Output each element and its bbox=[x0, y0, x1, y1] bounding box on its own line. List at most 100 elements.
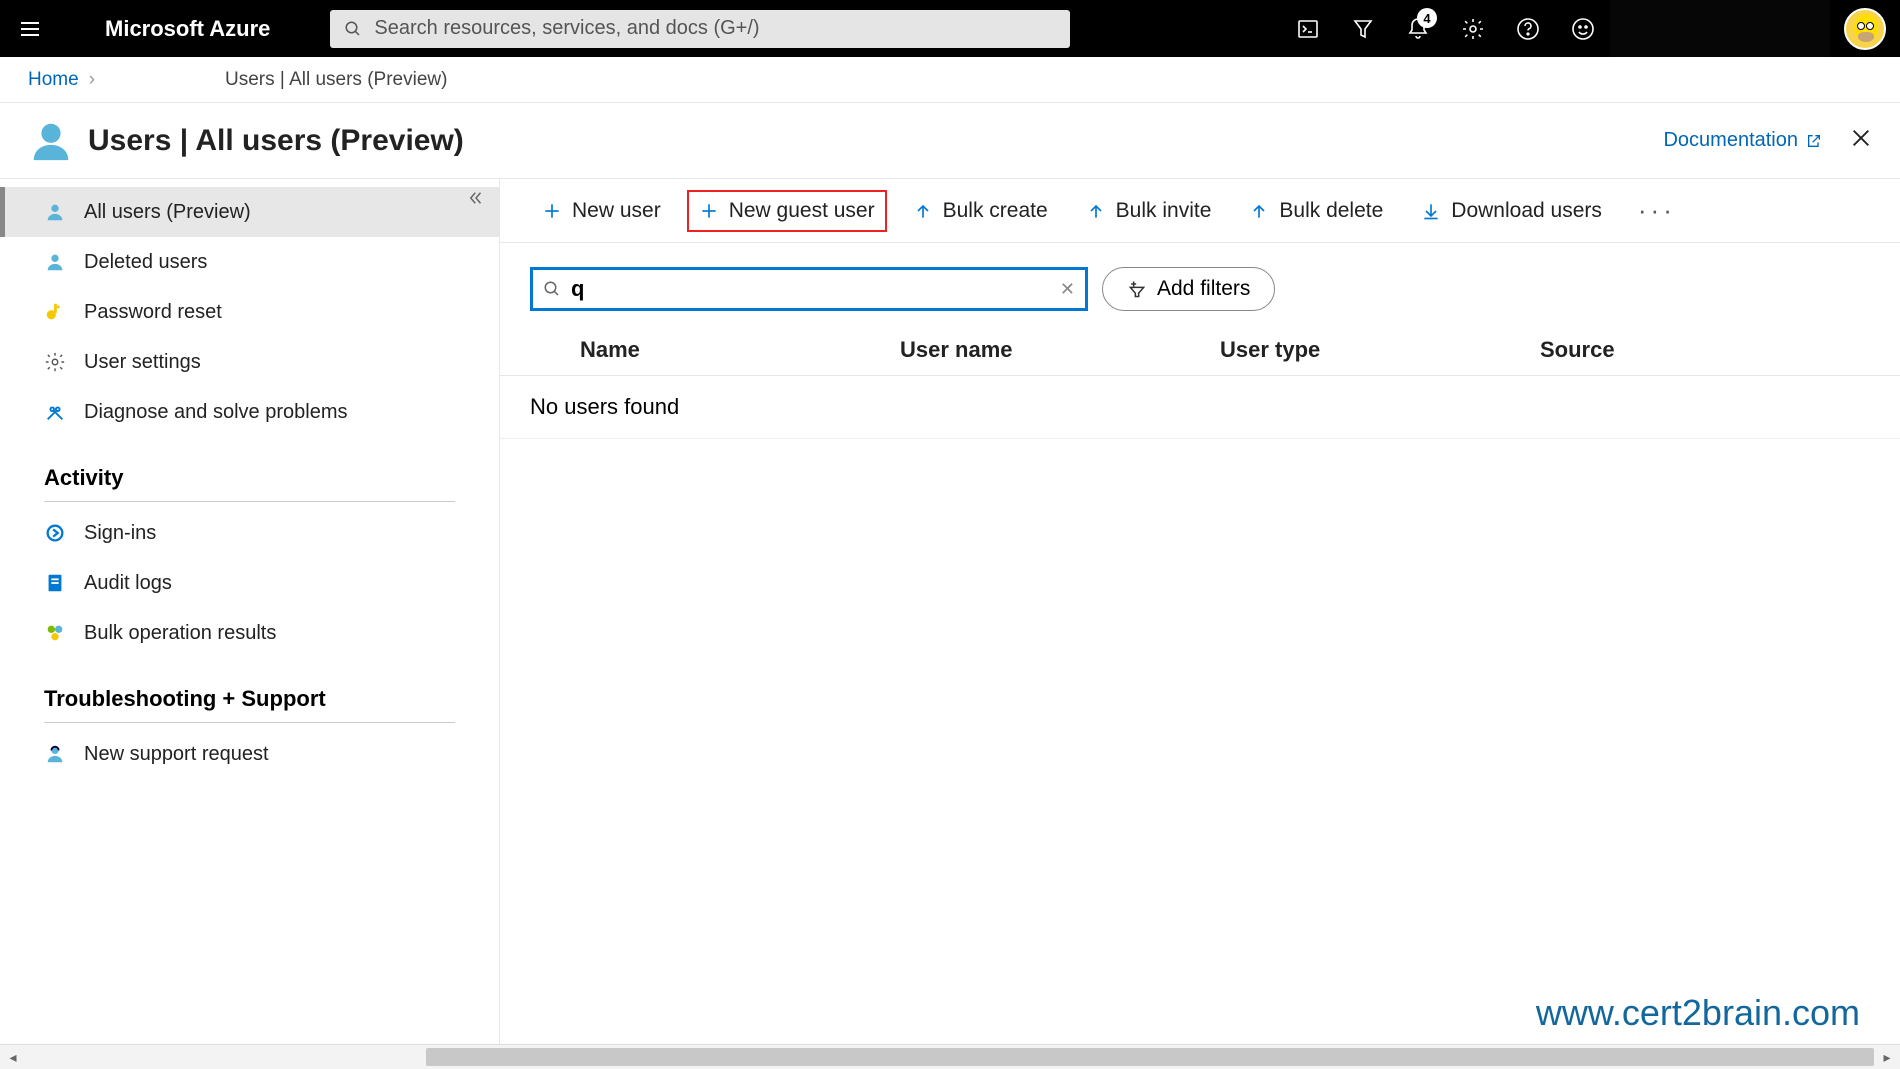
bulk-icon bbox=[44, 622, 66, 644]
plus-icon bbox=[542, 201, 562, 221]
upload-icon bbox=[913, 201, 933, 221]
directory-filter-button[interactable] bbox=[1335, 0, 1390, 57]
sidebar-item-label: Bulk operation results bbox=[84, 622, 276, 645]
collapse-sidebar-button[interactable] bbox=[467, 189, 485, 212]
person-icon bbox=[44, 251, 66, 273]
scroll-left-button[interactable]: ◂ bbox=[0, 1049, 26, 1066]
filter-icon bbox=[1127, 279, 1147, 299]
notification-badge: 4 bbox=[1417, 8, 1437, 28]
more-commands-button[interactable]: ··· bbox=[1628, 195, 1686, 226]
button-label: Download users bbox=[1451, 199, 1602, 223]
sidebar-item-label: Audit logs bbox=[84, 572, 172, 595]
sidebar-item-label: User settings bbox=[84, 351, 201, 374]
download-users-button[interactable]: Download users bbox=[1409, 190, 1614, 232]
sidebar-item-deleted-users[interactable]: Deleted users bbox=[0, 237, 499, 287]
horizontal-scrollbar[interactable]: ◂ ▸ bbox=[0, 1044, 1900, 1069]
log-icon bbox=[44, 572, 66, 594]
page-title: Users | All users (Preview) bbox=[88, 124, 464, 158]
bulk-invite-button[interactable]: Bulk invite bbox=[1074, 190, 1224, 232]
plus-icon bbox=[699, 201, 719, 221]
column-source[interactable]: Source bbox=[1540, 337, 1870, 363]
chevron-right-icon: › bbox=[89, 69, 95, 91]
sidebar-item-signins[interactable]: Sign-ins bbox=[0, 508, 499, 558]
gear-icon bbox=[44, 351, 66, 373]
signin-icon bbox=[44, 522, 66, 544]
global-search[interactable] bbox=[330, 10, 1070, 48]
column-name[interactable]: Name bbox=[580, 337, 900, 363]
scroll-right-button[interactable]: ▸ bbox=[1874, 1049, 1900, 1066]
cloud-shell-button[interactable] bbox=[1280, 0, 1335, 57]
external-link-icon bbox=[1806, 133, 1822, 149]
search-icon bbox=[543, 280, 561, 298]
global-search-input[interactable] bbox=[362, 17, 1056, 40]
button-label: Bulk delete bbox=[1279, 199, 1383, 223]
user-search-input[interactable] bbox=[571, 276, 1050, 302]
sidebar-item-label: New support request bbox=[84, 743, 269, 766]
bulk-delete-button[interactable]: Bulk delete bbox=[1237, 190, 1395, 232]
column-username[interactable]: User name bbox=[900, 337, 1220, 363]
scroll-thumb[interactable] bbox=[426, 1048, 1874, 1066]
close-icon bbox=[1850, 127, 1872, 149]
documentation-label: Documentation bbox=[1663, 129, 1798, 152]
upload-icon bbox=[1249, 201, 1269, 221]
person-icon bbox=[44, 201, 66, 223]
breadcrumb-home[interactable]: Home bbox=[28, 69, 79, 91]
sidebar-item-diagnose[interactable]: Diagnose and solve problems bbox=[0, 387, 499, 437]
main-content: New user New guest user Bulk create Bulk… bbox=[500, 179, 1900, 1044]
sidebar-item-audit-logs[interactable]: Audit logs bbox=[0, 558, 499, 608]
brand-label[interactable]: Microsoft Azure bbox=[105, 16, 270, 42]
sidebar-item-user-settings[interactable]: User settings bbox=[0, 337, 499, 387]
filter-icon bbox=[1351, 17, 1375, 41]
gear-icon bbox=[1461, 17, 1485, 41]
sidebar-section-support: Troubleshooting + Support bbox=[44, 658, 455, 723]
avatar-icon bbox=[1846, 10, 1884, 48]
table-header: Name User name User type Source bbox=[500, 321, 1900, 376]
smile-icon bbox=[1571, 17, 1595, 41]
cloud-shell-icon bbox=[1296, 17, 1320, 41]
new-user-button[interactable]: New user bbox=[530, 190, 673, 232]
users-icon bbox=[28, 118, 74, 164]
sidebar-item-label: Sign-ins bbox=[84, 522, 156, 545]
button-label: Bulk create bbox=[943, 199, 1048, 223]
sidebar-item-support-request[interactable]: New support request bbox=[0, 729, 499, 779]
user-search-box[interactable]: ✕ bbox=[530, 267, 1088, 311]
sidebar-section-activity: Activity bbox=[44, 437, 455, 502]
column-usertype[interactable]: User type bbox=[1220, 337, 1540, 363]
notifications-button[interactable]: 4 bbox=[1390, 0, 1445, 57]
breadcrumb-current: Users | All users (Preview) bbox=[225, 69, 447, 91]
breadcrumb: Home › Users | All users (Preview) bbox=[0, 57, 1900, 103]
search-icon bbox=[344, 20, 362, 38]
tools-icon bbox=[44, 401, 66, 423]
bulk-create-button[interactable]: Bulk create bbox=[901, 190, 1060, 232]
chevron-double-left-icon bbox=[467, 189, 485, 207]
feedback-button[interactable] bbox=[1555, 0, 1610, 57]
new-guest-user-button[interactable]: New guest user bbox=[687, 190, 887, 232]
help-button[interactable] bbox=[1500, 0, 1555, 57]
button-label: Add filters bbox=[1157, 277, 1250, 301]
upload-icon bbox=[1086, 201, 1106, 221]
sidebar-item-label: Password reset bbox=[84, 301, 222, 324]
download-icon bbox=[1421, 201, 1441, 221]
sidebar-item-label: All users (Preview) bbox=[84, 201, 251, 224]
menu-button[interactable] bbox=[0, 17, 60, 41]
key-icon bbox=[44, 301, 66, 323]
clear-search-button[interactable]: ✕ bbox=[1060, 279, 1075, 300]
sidebar-item-label: Deleted users bbox=[84, 251, 207, 274]
account-avatar[interactable] bbox=[1844, 8, 1886, 50]
sidebar-item-all-users[interactable]: All users (Preview) bbox=[0, 187, 499, 237]
empty-state: No users found bbox=[500, 376, 1900, 439]
scroll-track[interactable] bbox=[26, 1045, 1874, 1069]
column-checkbox[interactable] bbox=[530, 337, 580, 363]
header-actions: 4 bbox=[1280, 0, 1900, 57]
sidebar: All users (Preview) Deleted users Passwo… bbox=[0, 179, 500, 1044]
global-header: Microsoft Azure 4 bbox=[0, 0, 1900, 57]
close-blade-button[interactable] bbox=[1850, 125, 1872, 156]
documentation-link[interactable]: Documentation bbox=[1663, 129, 1822, 152]
sidebar-item-password-reset[interactable]: Password reset bbox=[0, 287, 499, 337]
settings-button[interactable] bbox=[1445, 0, 1500, 57]
sidebar-item-bulk-results[interactable]: Bulk operation results bbox=[0, 608, 499, 658]
add-filters-button[interactable]: Add filters bbox=[1102, 267, 1275, 311]
button-label: New user bbox=[572, 199, 661, 223]
tenant-box[interactable] bbox=[1610, 0, 1830, 57]
button-label: New guest user bbox=[729, 199, 875, 223]
